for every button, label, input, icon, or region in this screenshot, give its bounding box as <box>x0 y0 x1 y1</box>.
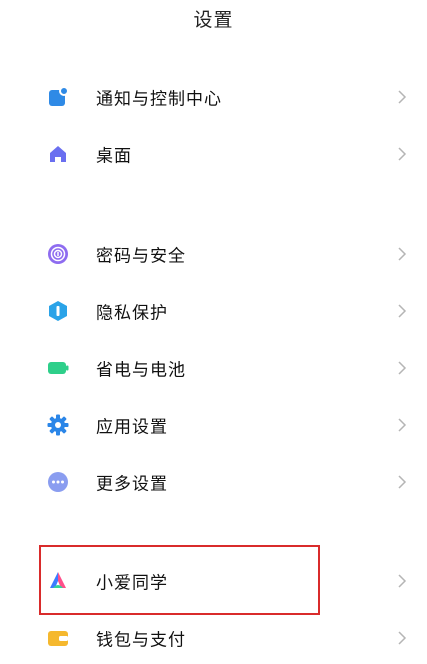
page-title: 设置 <box>193 9 234 31</box>
privacy-shield-icon <box>47 300 69 322</box>
battery-icon <box>47 357 69 379</box>
chevron-right-icon <box>398 90 407 104</box>
chevron-right-icon <box>398 361 407 375</box>
chevron-right-icon <box>398 147 407 161</box>
settings-item-label: 更多设置 <box>96 474 168 495</box>
settings-item-privacy[interactable]: 隐私保护 <box>0 285 427 337</box>
more-dots-icon <box>47 471 69 493</box>
settings-item-label: 隐私保护 <box>96 303 168 324</box>
settings-item-label: 钱包与支付 <box>96 630 186 651</box>
chevron-right-icon <box>398 574 407 588</box>
fingerprint-icon <box>47 243 69 265</box>
chevron-right-icon <box>398 304 407 318</box>
chevron-right-icon <box>398 247 407 261</box>
wallet-icon <box>47 627 69 649</box>
settings-item-notifications[interactable]: 通知与控制中心 <box>0 71 427 123</box>
home-icon <box>47 143 69 165</box>
settings-item-label: 桌面 <box>96 146 132 167</box>
settings-item-label: 密码与安全 <box>96 246 186 267</box>
chevron-right-icon <box>398 631 407 645</box>
notification-icon <box>47 86 69 108</box>
settings-item-more-settings[interactable]: 更多设置 <box>0 456 427 508</box>
settings-item-label: 省电与电池 <box>96 360 186 381</box>
chevron-right-icon <box>398 418 407 432</box>
settings-item-wallet[interactable]: 钱包与支付 <box>0 612 427 664</box>
highlight-box <box>39 545 320 615</box>
settings-item-label: 应用设置 <box>96 417 168 438</box>
gear-icon <box>47 414 69 436</box>
settings-item-battery[interactable]: 省电与电池 <box>0 342 427 394</box>
chevron-right-icon <box>398 475 407 489</box>
settings-item-desktop[interactable]: 桌面 <box>0 128 427 180</box>
settings-item-app-settings[interactable]: 应用设置 <box>0 399 427 451</box>
settings-item-label: 通知与控制中心 <box>96 89 222 110</box>
settings-item-password-security[interactable]: 密码与安全 <box>0 228 427 280</box>
